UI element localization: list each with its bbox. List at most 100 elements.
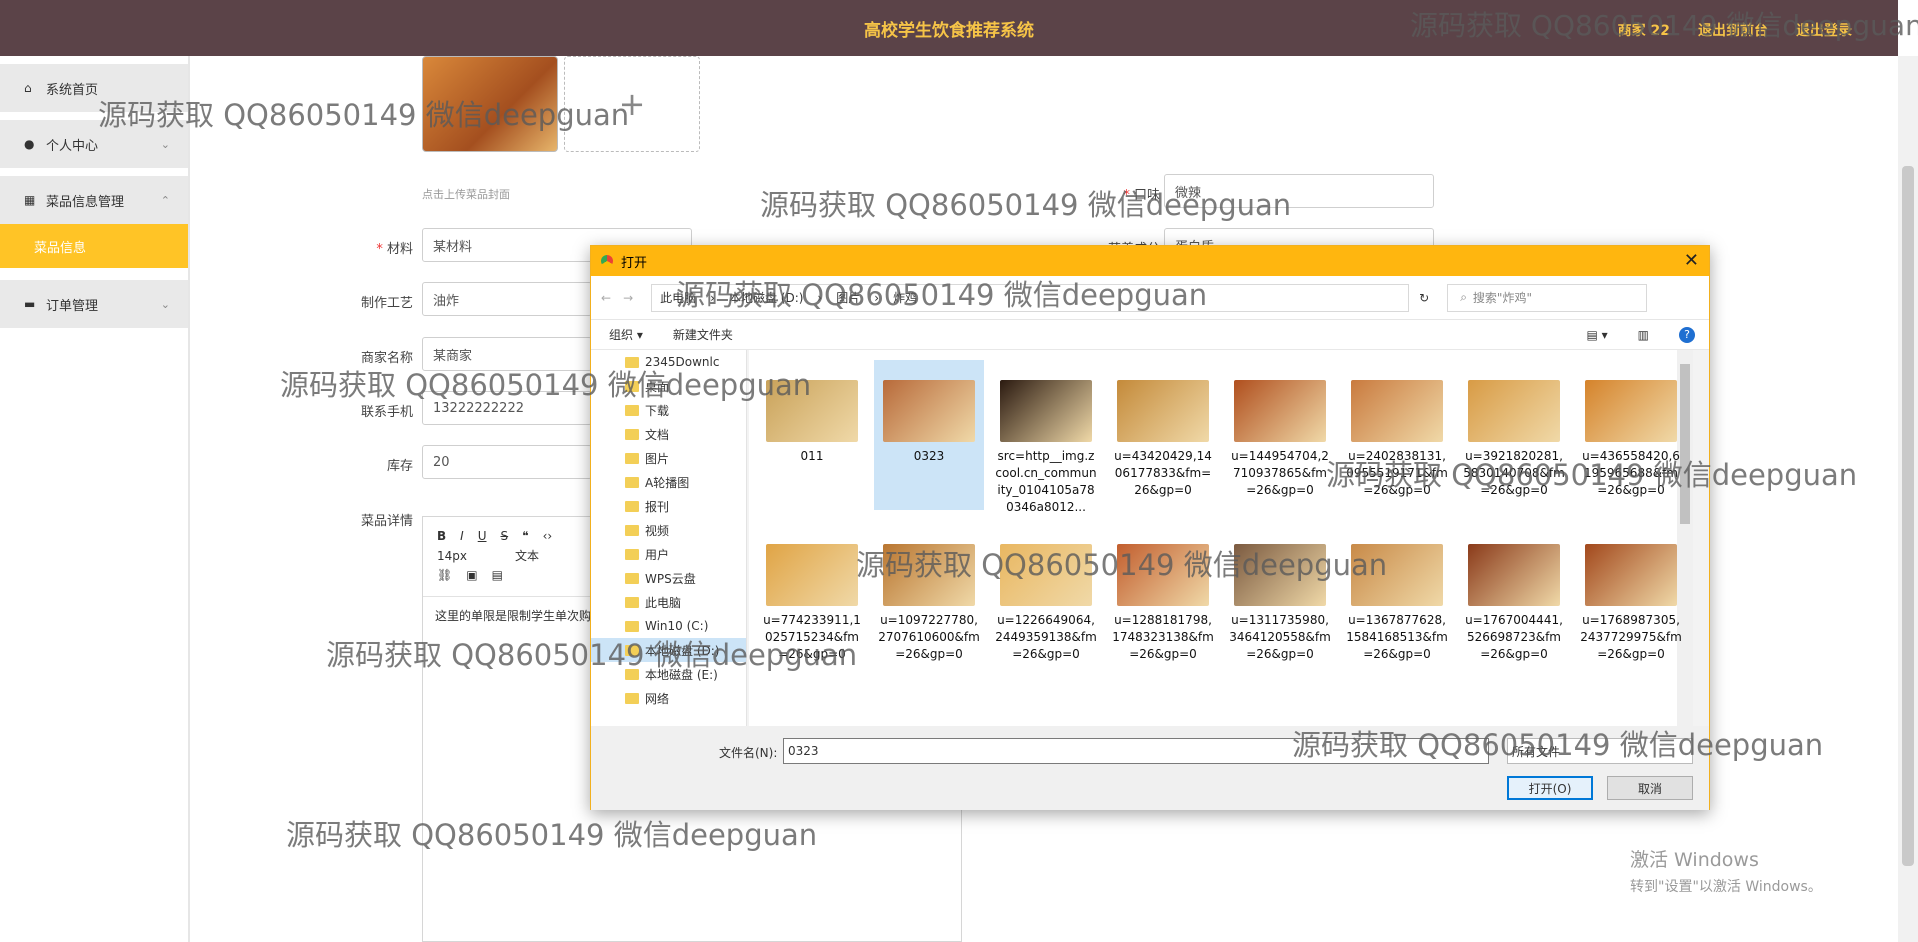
organize-button[interactable]: 组织 ▾: [609, 326, 643, 343]
sidebar-item-dish-mgmt[interactable]: ▦ 菜品信息管理 ⌃: [0, 176, 188, 224]
video-icon[interactable]: ▤: [492, 568, 503, 582]
tree-item[interactable]: 下载: [591, 398, 746, 422]
stock-input[interactable]: 20: [422, 445, 592, 479]
tree-item[interactable]: Win10 (C:): [591, 614, 746, 638]
chevron-up-icon: ⌃: [160, 193, 170, 207]
tree-item[interactable]: 报刊: [591, 494, 746, 518]
folder-tree[interactable]: 2345Downlc 桌面 下载 文档 图片 A轮播图 报刊 视频 用户 WPS云盘 此电脑 Win1…: [591, 350, 747, 726]
sidebar-item-dish-info[interactable]: 菜品信息: [0, 224, 188, 268]
view-icon[interactable]: ▤ ▾: [1586, 328, 1607, 342]
filename-input[interactable]: 0323: [783, 738, 1489, 764]
tree-item[interactable]: 本地磁盘 (E:): [591, 662, 746, 686]
file-item[interactable]: u=1768987305,2437729975&fm=26&gp=0: [1576, 524, 1686, 661]
file-thumbnail: [1585, 380, 1677, 442]
file-name: u=774233911,1025715234&fm=26&gp=0: [763, 613, 861, 661]
format-select[interactable]: 文本: [515, 547, 539, 564]
file-grid[interactable]: 011 0323 src=http__img.zcool.cn_community_…: [749, 350, 1693, 726]
open-button[interactable]: 打开(O): [1507, 776, 1593, 800]
image-icon[interactable]: ▣: [466, 568, 477, 582]
upload-button[interactable]: +: [564, 56, 700, 152]
address-bar[interactable]: 此电脑 › 本地磁盘 (D:) › 图片 › 炸鸡: [651, 283, 1410, 312]
file-thumbnail: [1117, 544, 1209, 606]
address-segment[interactable]: 炸鸡: [893, 289, 917, 306]
bold-button[interactable]: B: [437, 529, 446, 543]
italic-button[interactable]: I: [460, 529, 464, 543]
file-item[interactable]: u=1226649064,2449359138&fm=26&gp=0: [991, 524, 1101, 661]
refresh-icon[interactable]: ↻: [1419, 291, 1429, 305]
file-thumbnail: [1000, 544, 1092, 606]
strike-button[interactable]: S: [501, 529, 509, 543]
dialog-toolbar: 组织 ▾ 新建文件夹 ▤ ▾ ▥ ?: [591, 320, 1709, 350]
tree-item[interactable]: A轮播图: [591, 470, 746, 494]
preview-pane-icon[interactable]: ▥: [1638, 328, 1649, 342]
search-input[interactable]: ⌕ 搜索"炸鸡": [1447, 283, 1648, 312]
address-segment[interactable]: 本地磁盘 (D:): [729, 289, 803, 306]
help-icon[interactable]: ?: [1679, 326, 1695, 343]
file-item[interactable]: u=774233911,1025715234&fm=26&gp=0: [757, 524, 867, 661]
file-item[interactable]: u=1367877628,1584168513&fm=26&gp=0: [1342, 524, 1452, 661]
file-item[interactable]: u=1311735980,3464120558&fm=26&gp=0: [1225, 524, 1335, 661]
folder-icon: [625, 692, 639, 704]
font-size-select[interactable]: 14px: [437, 549, 501, 563]
logout-link[interactable]: 退出登录: [1796, 20, 1852, 40]
address-segment[interactable]: 此电脑: [660, 289, 696, 306]
quote-button[interactable]: ❝: [522, 529, 528, 543]
material-label: * 材料: [376, 242, 413, 257]
tree-item[interactable]: 2345Downlc: [591, 350, 746, 374]
tree-item[interactable]: 视频: [591, 518, 746, 542]
folder-icon: [625, 404, 639, 416]
file-item[interactable]: u=43420429,1406177833&fm=26&gp=0: [1108, 360, 1218, 510]
folder-icon: [625, 476, 639, 488]
file-name: u=1768987305,2437729975&fm=26&gp=0: [1580, 613, 1682, 661]
file-item[interactable]: 0323: [874, 360, 984, 510]
file-item[interactable]: u=3921820281,5830140708&fm=26&gp=0: [1459, 360, 1569, 510]
tree-item[interactable]: 文档: [591, 422, 746, 446]
code-button[interactable]: ‹›: [543, 529, 553, 543]
user-name: 商家 22: [1617, 23, 1670, 39]
phone-label: 联系手机: [360, 405, 413, 420]
sidebar-item-home[interactable]: ⌂ 系统首页: [0, 64, 188, 112]
tree-item[interactable]: 网络: [591, 686, 746, 710]
new-folder-button[interactable]: 新建文件夹: [673, 326, 733, 343]
sidebar: ⌂ 系统首页 ● 个人中心 ⌄ ▦ 菜品信息管理 ⌃ 菜品信息 ▬ 订单管理 ⌄: [0, 64, 188, 942]
file-item[interactable]: u=2402838131,0955519171&fm=26&gp=0: [1342, 360, 1452, 510]
process-input[interactable]: 油炸: [422, 282, 592, 316]
address-bar-row: ← → 此电脑 › 本地磁盘 (D:) › 图片 › 炸鸡 ↻ ⌕ 搜索"炸鸡": [591, 276, 1709, 320]
tree-item[interactable]: 本地磁盘 (D:): [591, 638, 746, 662]
address-segment[interactable]: 图片: [836, 289, 860, 306]
phone-input[interactable]: 13222222222: [422, 391, 592, 425]
tree-item[interactable]: WPS云盘: [591, 566, 746, 590]
forward-icon[interactable]: →: [623, 291, 633, 305]
sidebar-item-orders[interactable]: ▬ 订单管理 ⌄: [0, 280, 188, 328]
file-item[interactable]: u=1767004441,526698723&fm=26&gp=0: [1459, 524, 1569, 661]
file-name: u=1097227780,2707610600&fm=26&gp=0: [878, 613, 980, 661]
file-item[interactable]: u=144954704,2710937865&fm=26&gp=0: [1225, 360, 1335, 510]
tree-item[interactable]: 图片: [591, 446, 746, 470]
file-item[interactable]: u=436558420,6195965688&fm=26&gp=0: [1576, 360, 1686, 510]
taste-input[interactable]: 微辣: [1164, 174, 1434, 208]
file-item[interactable]: 011: [757, 360, 867, 510]
folder-icon: [625, 572, 639, 584]
cover-image-preview[interactable]: [422, 56, 558, 152]
tree-item[interactable]: 此电脑: [591, 590, 746, 614]
file-thumbnail: [1234, 380, 1326, 442]
file-item[interactable]: u=1288181798,1748323138&fm=26&gp=0: [1108, 524, 1218, 661]
tree-item[interactable]: 桌面: [591, 374, 746, 398]
file-item[interactable]: src=http__img.zcool.cn_community_0104105…: [991, 360, 1101, 514]
close-icon[interactable]: ✕: [1684, 250, 1699, 271]
dialog-title: 打开: [621, 255, 648, 271]
file-name: u=1288181798,1748323138&fm=26&gp=0: [1112, 613, 1214, 661]
merchant-input[interactable]: 某商家: [422, 337, 592, 371]
exit-front-link[interactable]: 退出到前台: [1698, 20, 1768, 40]
tree-item[interactable]: 用户: [591, 542, 746, 566]
underline-button[interactable]: U: [478, 529, 487, 543]
page-scrollbar[interactable]: [1898, 56, 1918, 942]
user-icon: ●: [24, 137, 35, 151]
sidebar-item-profile[interactable]: ● 个人中心 ⌄: [0, 120, 188, 168]
sidebar-item-label: 个人中心: [46, 138, 99, 154]
back-icon[interactable]: ←: [601, 291, 611, 305]
file-item[interactable]: u=1097227780,2707610600&fm=26&gp=0: [874, 524, 984, 661]
filetype-select[interactable]: 所有文件: [1507, 738, 1693, 764]
cancel-button[interactable]: 取消: [1607, 776, 1693, 800]
link-icon[interactable]: ⛓: [437, 568, 452, 582]
